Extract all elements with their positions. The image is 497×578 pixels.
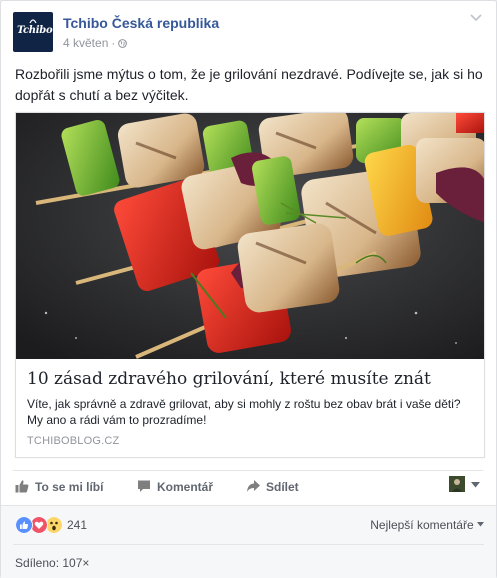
- chevron-down-icon[interactable]: [470, 14, 482, 22]
- link-image[interactable]: [16, 113, 484, 359]
- link-title[interactable]: 10 zásad zdravého grilování, které musít…: [27, 369, 431, 389]
- post-date[interactable]: 4 květen: [63, 36, 108, 50]
- grilled-skewers-image: [16, 113, 484, 359]
- thumbs-up-icon: [15, 480, 29, 493]
- post-actions-bar: To se mi líbí Komentář Sdílet: [13, 470, 483, 503]
- reaction-count[interactable]: 241: [67, 518, 87, 532]
- coffee-bean-icon: [29, 19, 37, 24]
- footer-divider: [13, 544, 484, 545]
- facebook-post-card: Tchibo Tchibo Česká republika 4 květen · …: [0, 0, 497, 578]
- comment-icon: [138, 480, 150, 492]
- globe-icon[interactable]: [118, 39, 128, 48]
- page-avatar[interactable]: Tchibo: [13, 12, 53, 52]
- comment-sort-label: Nejlepší komentáře: [370, 518, 474, 532]
- link-domain: TCHIBOBLOG.CZ: [27, 435, 120, 447]
- share-label: Sdílet: [266, 480, 299, 494]
- comment-label: Komentář: [157, 480, 214, 494]
- sort-caret-icon: [477, 522, 484, 527]
- reactions-footer: 241 Nejlepší komentáře Sdíleno: 107×: [1, 505, 496, 578]
- meta-separator: ·: [111, 36, 116, 50]
- like-label: To se mi líbí: [35, 480, 104, 494]
- page-name-link[interactable]: Tchibo Česká republika: [63, 15, 219, 31]
- like-icon: [15, 516, 33, 534]
- comment-sort-dropdown[interactable]: Nejlepší komentáře: [370, 518, 484, 532]
- caret-down-icon[interactable]: [471, 482, 480, 488]
- share-as-avatar[interactable]: [449, 476, 465, 492]
- link-attachment[interactable]: 10 zásad zdravého grilování, které musít…: [15, 112, 485, 458]
- post-header: Tchibo Tchibo Česká republika 4 květen ·: [13, 12, 483, 56]
- post-text: Rozbořili jsme mýtus o tom, že je grilov…: [15, 66, 483, 103]
- avatar-logo-text: Tchibo: [17, 25, 53, 36]
- post-meta: 4 květen ·: [63, 36, 128, 50]
- link-description: Víte, jak správně a zdravě grilovat, aby…: [27, 397, 461, 427]
- share-arrow-icon: [247, 480, 260, 492]
- user-photo-icon: [449, 476, 465, 492]
- link-info[interactable]: 10 zásad zdravého grilování, které musít…: [16, 359, 484, 457]
- share-count[interactable]: Sdíleno: 107×: [15, 556, 89, 570]
